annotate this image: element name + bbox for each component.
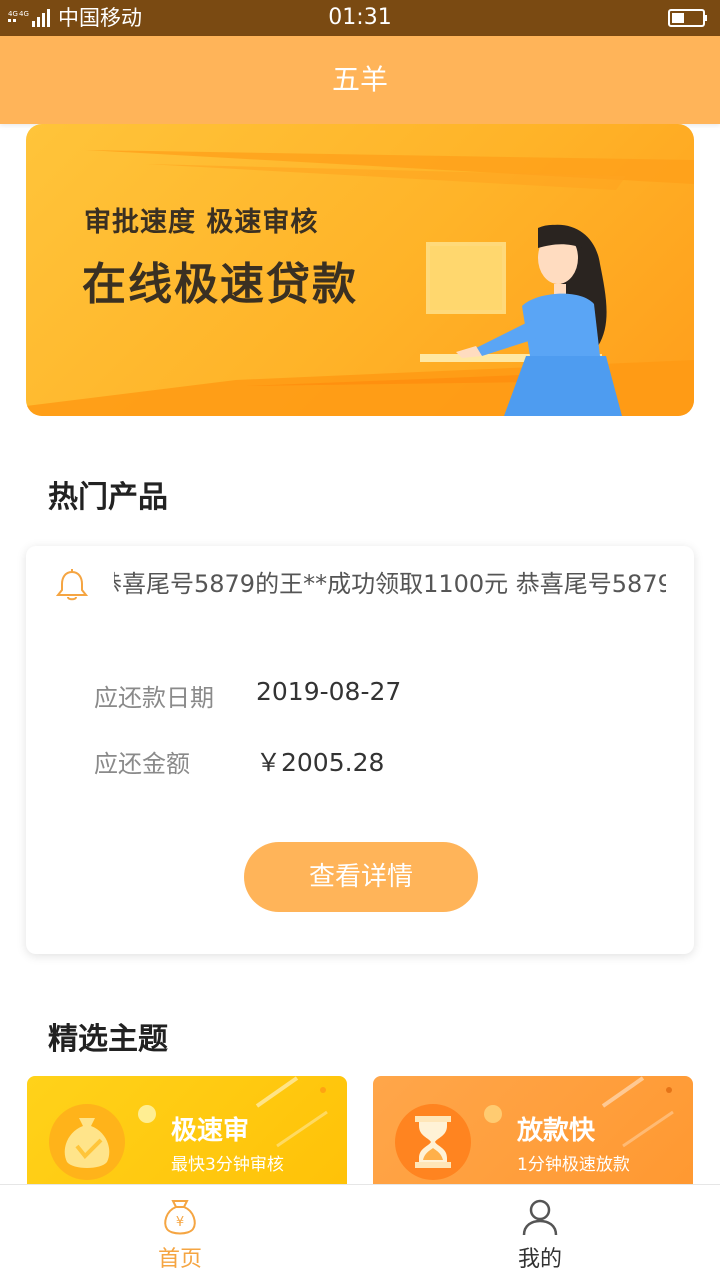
notice-text: 恭喜尾号5879的王**成功领取1100元 恭喜尾号5879的王**成功领取11… bbox=[114, 570, 666, 598]
battery-icon bbox=[668, 9, 707, 27]
tab-home[interactable]: ¥ 首页 bbox=[0, 1185, 360, 1280]
money-bag-icon: ¥ bbox=[164, 1200, 196, 1235]
money-bag-icon bbox=[49, 1104, 125, 1180]
product-card: 恭喜尾号5879的王**成功领取1100元 恭喜尾号5879的王**成功领取11… bbox=[26, 546, 694, 954]
tab-mine[interactable]: 我的 bbox=[360, 1185, 720, 1280]
amount-label: 应还金额 bbox=[94, 750, 190, 778]
theme-description: 最快3分钟审核 bbox=[171, 1155, 284, 1175]
tab-label: 我的 bbox=[517, 1247, 562, 1272]
banner-subtitle: 审批速度 极速审核 bbox=[84, 207, 319, 238]
theme-description: 1分钟极速放款 bbox=[517, 1155, 630, 1175]
hot-products-title: 热门产品 bbox=[48, 480, 168, 515]
view-details-button[interactable]: 查看详情 bbox=[244, 842, 478, 912]
status-time: 01:31 bbox=[328, 5, 392, 30]
banner-headline: 在线极速贷款 bbox=[82, 259, 358, 310]
notice-marquee: 恭喜尾号5879的王**成功领取1100元 恭喜尾号5879的王**成功领取11… bbox=[114, 564, 666, 604]
amount-value: ￥2005.28 bbox=[256, 748, 385, 777]
hourglass-icon bbox=[395, 1104, 471, 1180]
due-date-label: 应还款日期 bbox=[94, 684, 214, 712]
theme-title: 极速审 bbox=[171, 1116, 250, 1146]
due-date-value: 2019-08-27 bbox=[256, 677, 402, 706]
theme-title: 放款快 bbox=[517, 1116, 596, 1146]
svg-text:¥: ¥ bbox=[176, 1215, 184, 1230]
promo-banner[interactable]: 审批速度 极速审核 在线极速贷款 bbox=[26, 124, 694, 416]
user-icon bbox=[522, 1199, 558, 1236]
nav-bar: 五羊 bbox=[0, 36, 720, 124]
bell-icon bbox=[56, 569, 88, 601]
bottom-tab-bar: ¥ 首页 我的 bbox=[0, 1184, 720, 1280]
tab-label: 首页 bbox=[157, 1247, 202, 1272]
status-bar: 4G 4G 中国移动 01:31 bbox=[0, 0, 720, 36]
page-title: 五羊 bbox=[331, 63, 388, 96]
themes-title: 精选主题 bbox=[48, 1022, 168, 1057]
